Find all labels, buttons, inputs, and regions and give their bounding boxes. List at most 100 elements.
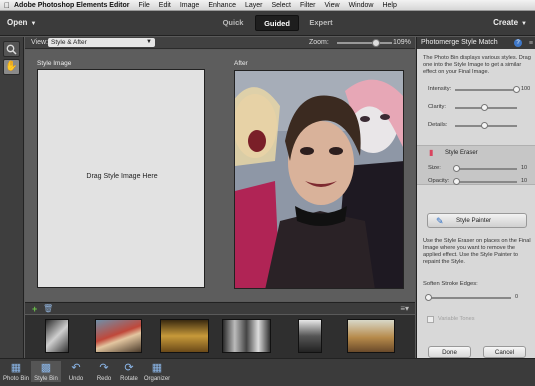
style-image-hint: Drag Style Image Here (86, 173, 158, 180)
style-thumbnail[interactable] (298, 319, 322, 353)
intensity-slider-thumb[interactable] (513, 86, 520, 93)
cancel-button[interactable]: Cancel (483, 346, 526, 358)
style-eraser-label: Style Eraser (445, 150, 478, 156)
organizer-icon: ▦ (151, 362, 163, 374)
painter-description: Use the Style Eraser on places on the Fi… (423, 238, 531, 265)
size-slider[interactable] (455, 168, 517, 170)
mode-bar: Open ▼ Quick Guided Expert Create ▼ (0, 11, 535, 36)
intensity-value: 100 (521, 86, 531, 92)
apple-menu-icon[interactable]:  (0, 1, 14, 10)
undo-button[interactable]: ↶ Undo (61, 361, 91, 382)
style-thumbnail[interactable] (160, 319, 209, 353)
chevron-down-icon: ▼ (30, 21, 37, 27)
redo-label: Redo (96, 376, 112, 382)
view-label: View: (31, 39, 48, 46)
variable-tones-checkbox[interactable] (427, 316, 434, 323)
opacity-slider[interactable] (455, 181, 517, 183)
chevron-down-icon: ▼ (521, 21, 527, 27)
panel-menu-icon[interactable]: ≡ (529, 38, 533, 50)
view-select-value: Style & After (51, 39, 87, 46)
undo-label: Undo (68, 376, 84, 382)
canvas-area: Style Image Drag Style Image Here After (25, 50, 415, 301)
intensity-label: Intensity: (428, 86, 452, 92)
soften-edges-slider[interactable] (427, 297, 511, 299)
photo-bin-toolbar: + 🗑 ≡▾ (25, 302, 415, 314)
intensity-slider[interactable] (455, 89, 517, 91)
style-bin-button[interactable]: ▩ Style Bin (31, 361, 61, 382)
menu-window[interactable]: Window (349, 2, 374, 9)
variable-tones-label: Variable Tones (438, 316, 475, 322)
style-painter-button[interactable]: ✎ Style Painter (427, 213, 527, 228)
tab-expert[interactable]: Expert (299, 15, 343, 31)
photo-bin-icon: ▦ (10, 362, 22, 374)
style-thumbnail[interactable] (45, 319, 69, 353)
menu-edit[interactable]: Edit (159, 2, 171, 9)
organizer-label: Organizer (143, 376, 171, 382)
style-bin-thumbnails (25, 315, 415, 358)
undo-icon: ↶ (71, 362, 81, 374)
tab-quick[interactable]: Quick (211, 15, 255, 31)
eraser-icon: ▮ (429, 148, 434, 157)
zoom-slider[interactable] (337, 42, 392, 44)
after-photo[interactable] (234, 70, 404, 289)
details-label: Details: (428, 122, 448, 128)
add-photo-icon[interactable]: + (32, 304, 37, 314)
organizer-button[interactable]: ▦ Organizer (140, 361, 174, 382)
menu-view[interactable]: View (325, 2, 340, 9)
open-label: Open (7, 18, 28, 27)
chevron-down-icon: ▼ (146, 39, 152, 45)
size-label: Size: (428, 165, 441, 171)
opacity-slider-thumb[interactable] (453, 178, 460, 185)
rotate-label: Rotate (120, 376, 138, 382)
magnifier-icon (6, 44, 17, 55)
bin-menu-icon[interactable]: ≡▾ (400, 304, 409, 313)
zoom-tool-icon[interactable] (3, 41, 20, 57)
help-icon[interactable]: ? (514, 39, 522, 47)
view-bar: View: Style & After ▼ Zoom: 109% (25, 37, 415, 49)
style-image-drop-zone[interactable]: Drag Style Image Here (37, 69, 205, 288)
menu-filter[interactable]: Filter (300, 2, 316, 9)
details-slider-thumb[interactable] (481, 122, 488, 129)
panel-title-text: Photomerge Style Match (421, 39, 498, 46)
style-thumbnail[interactable] (222, 319, 271, 353)
clarity-slider-thumb[interactable] (481, 104, 488, 111)
style-painter-label: Style Painter (456, 217, 492, 224)
hand-tool-icon[interactable]: ✋ (3, 59, 20, 75)
panel-description: The Photo Bin displays various styles. D… (423, 55, 531, 75)
soften-edges-label: Soften Stroke Edges: (423, 281, 478, 287)
style-thumbnail[interactable] (95, 319, 142, 353)
done-button[interactable]: Done (428, 346, 471, 358)
menu-enhance[interactable]: Enhance (208, 2, 236, 9)
create-button[interactable]: Create ▼ (493, 18, 527, 27)
after-label: After (234, 60, 248, 67)
menu-layer[interactable]: Layer (245, 2, 263, 9)
menu-help[interactable]: Help (382, 2, 396, 9)
view-select[interactable]: Style & After ▼ (48, 38, 155, 47)
menu-image[interactable]: Image (180, 2, 199, 9)
open-button[interactable]: Open ▼ (7, 18, 36, 27)
size-value: 10 (521, 165, 528, 171)
menu-file[interactable]: File (139, 2, 150, 9)
tab-guided[interactable]: Guided (255, 15, 299, 31)
style-bin-icon: ▩ (40, 362, 52, 374)
tool-bar: ✋ (0, 37, 24, 358)
size-slider-thumb[interactable] (453, 165, 460, 172)
create-label: Create (493, 18, 519, 27)
photo-bin-button[interactable]: ▦ Photo Bin (1, 361, 31, 382)
zoom-slider-thumb[interactable] (372, 39, 380, 47)
brush-icon: ✎ (436, 216, 444, 226)
menu-select[interactable]: Select (271, 2, 290, 9)
soften-edges-slider-thumb[interactable] (425, 294, 432, 301)
opacity-value: 10 (521, 178, 528, 184)
style-image-label: Style Image (37, 60, 72, 67)
style-match-panel: Photomerge Style Match ? ≡ The Photo Bin… (416, 37, 535, 358)
trash-icon[interactable]: 🗑 (43, 304, 53, 313)
photo-bin-label: Photo Bin (2, 376, 30, 382)
style-thumbnail[interactable] (347, 319, 395, 353)
app-menu[interactable]: Adobe Photoshop Elements Editor (14, 2, 130, 9)
panel-title: Photomerge Style Match ? ≡ (417, 37, 535, 49)
opacity-label: Opacity: (428, 178, 450, 184)
style-bin-label: Style Bin (34, 376, 58, 382)
zoom-value: 109% (393, 39, 411, 46)
menu-bar:  Adobe Photoshop Elements Editor File E… (0, 0, 535, 11)
